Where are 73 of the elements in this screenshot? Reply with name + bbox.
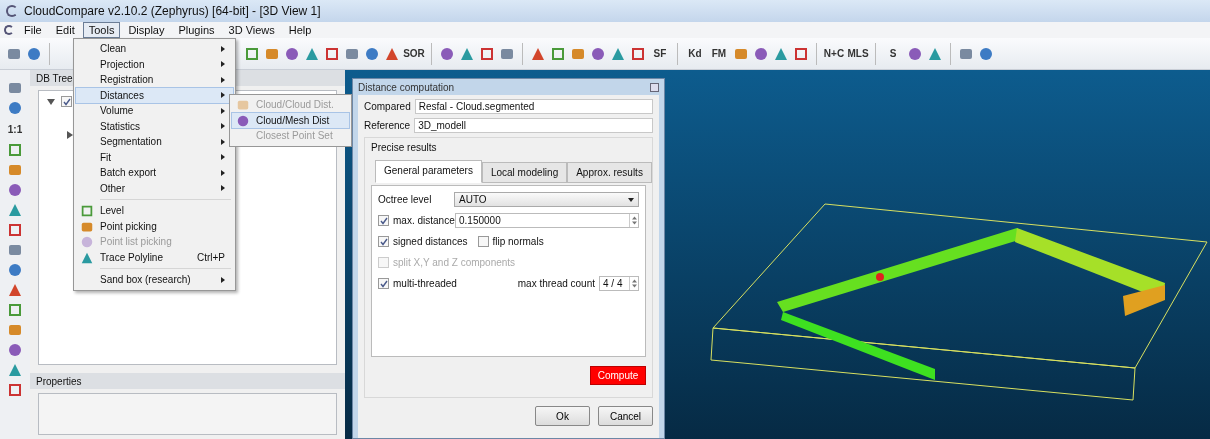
menu-label: Distances [100, 88, 144, 103]
field-label: Reference [364, 119, 411, 133]
field-label: Octree level [378, 193, 433, 207]
field-label: Compared [364, 100, 411, 114]
toolbar-button[interactable]: SOR [404, 44, 424, 63]
menu-item[interactable]: Volume [76, 103, 233, 119]
menu-item[interactable]: Clean [76, 41, 233, 57]
menu-item[interactable]: Projection [76, 56, 233, 72]
menu-item[interactable]: Segmentation [76, 134, 233, 150]
menu-item[interactable]: Other [76, 180, 233, 196]
menu-label: Closest Point Set [256, 129, 333, 144]
number-field[interactable]: 0.150000 [455, 213, 639, 228]
menu-label: Clean [100, 42, 127, 57]
ok-button[interactable]: Ok [535, 406, 590, 426]
menu-label: Cloud/Mesh Dist [256, 113, 330, 128]
menu-label: Registration [100, 73, 154, 88]
menu-item[interactable]: Statistics [76, 118, 233, 134]
menu-label: Fit [100, 150, 112, 165]
menu-item[interactable]: Sand box (research) [76, 272, 233, 288]
menu-label: Sand box (research) [100, 273, 191, 288]
checkbox-label: signed distances [393, 235, 468, 249]
checkbox-label: multi-threaded [393, 277, 457, 291]
menu-item[interactable]: Registration [76, 72, 233, 88]
cancel-button[interactable]: Cancel [598, 406, 653, 426]
menu-label: Cloud/Cloud Dist. [256, 98, 334, 113]
menu-item[interactable]: Fit [76, 149, 233, 165]
menu-item[interactable]: Help [282, 22, 318, 38]
menu-item[interactable]: Batch export [76, 165, 233, 181]
menu-item[interactable]: Level [76, 203, 233, 219]
menu-item[interactable]: Tools [82, 22, 121, 38]
tab[interactable]: General parameters [375, 160, 482, 183]
text-field[interactable]: 3D_modell [414, 118, 653, 133]
window-title: CloudCompare v2.10.2 (Zephyrus) [64-bit] - [3D View 1] [24, 3, 321, 20]
toolbar-button[interactable]: 1:1 [5, 120, 25, 138]
menu-label: Segmentation [100, 135, 162, 150]
menu-label: Other [100, 181, 125, 196]
toolbar-button[interactable]: Kd [685, 44, 705, 63]
dropdown[interactable]: AUTO [454, 192, 639, 207]
toolbar-button[interactable]: SF [650, 44, 670, 63]
menu-label: Volume [100, 104, 134, 119]
toolbar-button[interactable]: FM [709, 44, 729, 63]
menu-item[interactable]: File [18, 22, 48, 38]
menu-item[interactable]: Distances [76, 87, 233, 103]
menu-item[interactable]: Point picking [76, 218, 233, 234]
menu-item[interactable]: Trace Polyline Ctrl+P [76, 249, 233, 265]
tab[interactable]: Approx. results [567, 162, 652, 183]
toolbar-button[interactable]: S [883, 44, 903, 63]
menu-item[interactable]: Edit [49, 22, 81, 38]
panel-title: Properties [36, 374, 82, 389]
menu-label: Statistics [100, 119, 140, 134]
tab[interactable]: Local modeling [481, 162, 568, 183]
menu-item[interactable]: Plugins [172, 22, 221, 38]
checkbox-label: flip normals [492, 235, 544, 249]
checkbox-label: split X,Y and Z components [393, 256, 516, 270]
menu-item[interactable]: 3D Views [222, 22, 281, 38]
panel-title: DB Tree [36, 71, 73, 86]
text-field[interactable]: Resfal - Cloud.segmented [414, 99, 653, 114]
menu-label: Projection [100, 57, 145, 72]
toolbar-button[interactable]: N+C [824, 44, 844, 63]
toolbar-button[interactable]: MLS [848, 44, 868, 63]
menu-label: Point picking [100, 219, 157, 234]
number-field[interactable]: 4 / 4 [599, 276, 639, 291]
menu-label: Trace Polyline [100, 250, 163, 265]
menu-item[interactable]: Display [122, 22, 171, 38]
menu-item[interactable]: Cloud/Mesh Dist [232, 112, 349, 128]
menu-label: Point list picking [100, 235, 172, 250]
field-label: max thread count [517, 277, 595, 291]
compute-button[interactable]: Compute [590, 366, 646, 385]
dialog-title: Distance computation [358, 80, 455, 95]
menu-label: Level [100, 204, 124, 219]
group-title: Precise results [371, 141, 438, 155]
shortcut-label: Ctrl+P [196, 250, 225, 265]
menu-label: Batch export [100, 166, 157, 181]
